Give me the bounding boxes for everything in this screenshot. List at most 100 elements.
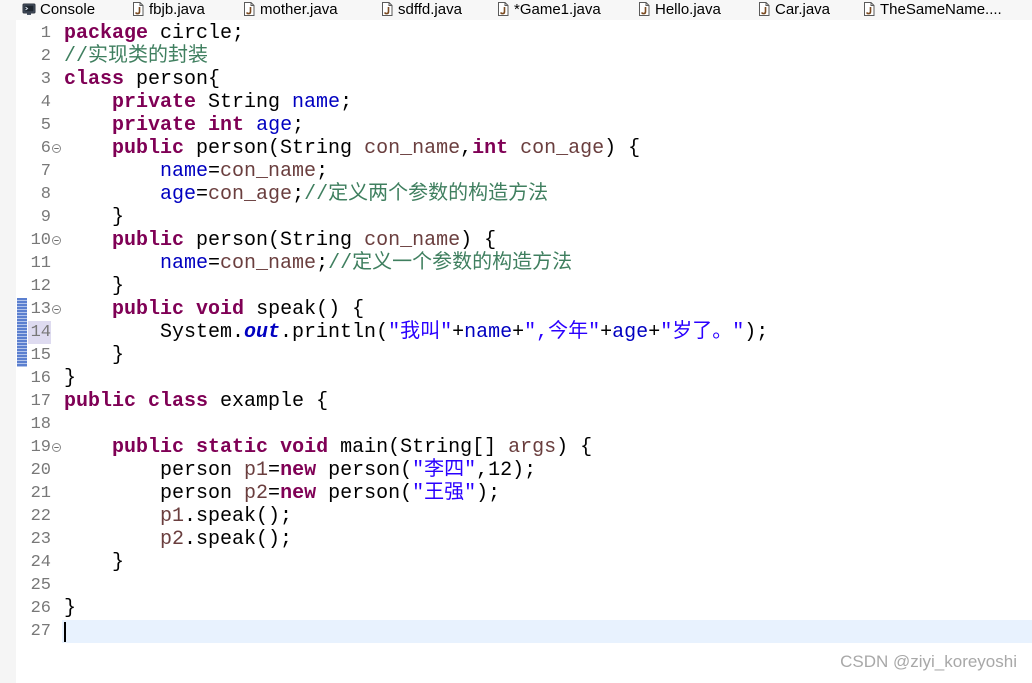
code-line[interactable]: 10 public person(String con_name) { [0, 229, 1032, 252]
line-code[interactable]: } [64, 367, 76, 390]
fold-toggle-icon[interactable] [52, 305, 61, 314]
line-code[interactable]: private String name; [64, 91, 352, 114]
tab-game1-java[interactable]: *Game1.java [496, 0, 601, 18]
line-code[interactable]: person p1=new person("李四",12); [64, 459, 536, 482]
code-token: } [64, 344, 125, 367]
line-code[interactable]: public person(String con_name,int con_ag… [64, 137, 640, 160]
code-token: } [64, 275, 125, 298]
watermark: CSDN @ziyi_koreyoshi [840, 652, 1017, 671]
line-number: 7 [40, 162, 51, 181]
fold-toggle-icon[interactable] [52, 144, 61, 153]
code-token: person( [316, 459, 413, 482]
tab-mother-java[interactable]: mother.java [242, 0, 338, 18]
tab-hello-java[interactable]: Hello.java [637, 0, 721, 18]
code-line[interactable]: 15 } [0, 344, 1032, 367]
tab-label: TheSameName.... [880, 0, 1002, 18]
line-code[interactable]: public static void main(String[] args) { [64, 436, 592, 459]
line-code[interactable]: private int age; [64, 114, 304, 137]
line-number: 23 [30, 530, 51, 549]
static-field-token: out [244, 321, 281, 344]
keyword-token: public [64, 390, 137, 413]
code-line[interactable]: 8 age=con_age;//定义两个参数的构造方法 [0, 183, 1032, 206]
code-line[interactable]: 19 public static void main(String[] args… [0, 436, 1032, 459]
code-line[interactable]: 21 person p2=new person("王强"); [0, 482, 1032, 505]
line-code[interactable]: name=con_name; [64, 160, 328, 183]
line-code[interactable]: } [64, 551, 124, 574]
line-code[interactable]: } [64, 275, 124, 298]
line-number: 17 [30, 392, 51, 411]
line-code[interactable]: class person{ [64, 68, 220, 91]
code-line[interactable]: 14 System.out.println("我叫"+name+",今年"+ag… [0, 321, 1032, 344]
variable-token: con_name [364, 229, 461, 252]
line-code[interactable]: } [64, 344, 124, 367]
line-code[interactable]: age=con_age;//定义两个参数的构造方法 [64, 183, 548, 206]
code-line[interactable]: 22 p1.speak(); [0, 505, 1032, 528]
code-line[interactable]: 4 private String name; [0, 91, 1032, 114]
tab-car-java[interactable]: Car.java [757, 0, 830, 18]
code-line[interactable]: 23 p2.speak(); [0, 528, 1032, 551]
line-code[interactable]: package circle; [64, 22, 244, 45]
line-code[interactable]: public void speak() { [64, 298, 364, 321]
line-number: 8 [40, 185, 51, 204]
tab-fbjb-java[interactable]: fbjb.java [131, 0, 205, 18]
tab-console[interactable]: Console [22, 0, 95, 18]
code-line[interactable]: 5 private int age; [0, 114, 1032, 137]
field-token: name [160, 160, 209, 183]
line-code[interactable]: } [64, 206, 124, 229]
line-number: 11 [30, 254, 51, 273]
keyword-token: new [280, 482, 317, 505]
code-line[interactable]: 16} [0, 367, 1032, 390]
line-code[interactable]: public class example { [64, 390, 328, 413]
code-line[interactable]: 6 public person(String con_name,int con_… [0, 137, 1032, 160]
code-line[interactable]: 24 } [0, 551, 1032, 574]
line-code[interactable]: System.out.println("我叫"+name+",今年"+age+"… [64, 321, 768, 344]
code-line[interactable]: 26} [0, 597, 1032, 620]
code-line[interactable]: 13 public void speak() { [0, 298, 1032, 321]
keyword-token: class [64, 68, 125, 91]
code-line[interactable]: 2 //实现类的封装 [0, 45, 1032, 68]
field-token: name [292, 91, 341, 114]
keyword-token: void [280, 436, 329, 459]
line-code[interactable]: p1.speak(); [64, 505, 292, 528]
line-number: 15 [30, 346, 51, 365]
code-line[interactable]: 18 [0, 413, 1032, 436]
string-token: ",今年" [524, 321, 601, 344]
code-line[interactable]: 9 } [0, 206, 1032, 229]
line-number: 1 [40, 24, 51, 43]
fold-toggle-icon[interactable] [52, 443, 61, 452]
code-editor[interactable]: 1 package circle; 2//实现类的封装 3 class person{4… [0, 20, 1032, 683]
keyword-token: private [112, 91, 197, 114]
variable-token: con_age [208, 183, 293, 206]
field-token: name [464, 321, 513, 344]
line-code[interactable]: p2.speak(); [64, 528, 292, 551]
code-lines: 1 package circle; 2//实现类的封装 3 class person{4… [0, 22, 1032, 643]
code-line[interactable]: 12 } [0, 275, 1032, 298]
line-code[interactable]: //实现类的封装 [64, 45, 208, 68]
code-line[interactable]: 1 package circle; [0, 22, 1032, 45]
line-code[interactable]: } [64, 597, 76, 620]
code-line[interactable]: 11 name=con_name;//定义一个参数的构造方法 [0, 252, 1032, 275]
tab-sdffd-java[interactable]: sdffd.java [380, 0, 462, 18]
code-token: = [208, 252, 221, 275]
line-code[interactable]: person p2=new person("王强"); [64, 482, 500, 505]
code-line[interactable]: 25 [0, 574, 1032, 597]
line-number: 10 [30, 231, 51, 250]
code-line[interactable]: 17 public class example { [0, 390, 1032, 413]
line-code[interactable]: name=con_name;//定义一个参数的构造方法 [64, 252, 572, 275]
line-code[interactable]: public person(String con_name) { [64, 229, 496, 252]
comment-token: //定义一个参数的构造方法 [328, 252, 573, 275]
code-line[interactable]: 7 name=con_name; [0, 160, 1032, 183]
fold-toggle-icon[interactable] [52, 236, 61, 245]
code-line[interactable]: 27 [0, 620, 1032, 643]
code-line[interactable]: 3 class person{ [0, 68, 1032, 91]
keyword-token: public [112, 436, 185, 459]
code-line[interactable]: 20 person p1=new person("李四",12); [0, 459, 1032, 482]
tab-thesamename-java[interactable]: TheSameName.... [862, 0, 1002, 18]
line-number: 3 [40, 70, 51, 89]
variable-token: con_age [520, 137, 605, 160]
line-number: 26 [30, 599, 51, 618]
